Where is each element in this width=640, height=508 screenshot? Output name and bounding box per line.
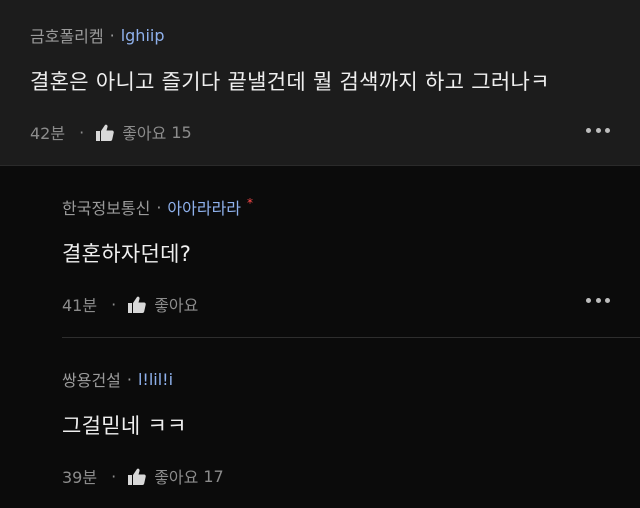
like-button[interactable]: 좋아요	[128, 292, 198, 316]
comment-footer: 39분 · 좋아요 17	[62, 464, 640, 488]
author-nickname[interactable]: lghiip	[121, 26, 165, 45]
separator-dot: ·	[126, 369, 132, 389]
comment-text: 그걸믿네 ㅋㅋ	[62, 414, 187, 438]
more-dot	[605, 127, 610, 133]
more-dot	[595, 127, 601, 133]
comment-time: 41분	[62, 296, 98, 315]
more-dot	[586, 127, 591, 133]
more-dot	[586, 297, 591, 303]
comment-time: 39분	[62, 468, 98, 487]
more-options-button[interactable]	[586, 296, 610, 304]
separator-dot: ·	[156, 197, 162, 217]
more-dot	[605, 297, 610, 303]
author-company[interactable]: 쌍용건설	[62, 367, 121, 391]
comment-footer: 42분 · 좋아요 15	[30, 120, 640, 144]
like-label: 좋아요	[122, 124, 167, 143]
separator-dot: ·	[109, 25, 115, 45]
comment-text: 결혼은 아니고 즐기다 끝낼건데 뭘 검색까지 하고 그러나ㅋ	[30, 70, 550, 94]
author-nickname[interactable]: l!lil!i	[138, 370, 173, 389]
thumbs-up-icon	[96, 124, 114, 141]
author-company[interactable]: 한국정보통신	[62, 195, 150, 219]
comment-text: 결혼하자던데?	[62, 242, 192, 266]
thumbs-up-icon	[128, 296, 146, 313]
comment-meta: 한국정보통신 · 아아라라라 *	[62, 196, 640, 218]
comment-time: 42분	[30, 124, 66, 143]
thumbs-up-icon	[128, 468, 146, 485]
like-button[interactable]: 좋아요 17	[128, 464, 224, 488]
separator-dot: ·	[111, 466, 117, 486]
separator-dot: ·	[111, 294, 117, 314]
reply-item: 한국정보통신 · 아아라라라 * 결혼하자던데? 41분 · 좋아요	[0, 166, 640, 337]
more-options-button[interactable]	[586, 126, 610, 134]
like-button[interactable]: 좋아요 15	[96, 120, 192, 144]
comment-meta: 쌍용건설 · l!lil!i	[62, 367, 640, 391]
reply-item: 쌍용건설 · l!lil!i 그걸믿네 ㅋㅋ 39분 · 좋아요 17	[62, 337, 640, 508]
author-nickname[interactable]: 아아라라라	[167, 195, 241, 219]
comment-footer: 41분 · 좋아요	[62, 292, 640, 316]
like-label: 좋아요	[154, 468, 199, 487]
comment-item: 금호폴리켐 · lghiip 결혼은 아니고 즐기다 끝낼건데 뭘 검색까지 하…	[0, 0, 640, 166]
author-mark: *	[247, 196, 254, 210]
comment-meta: 금호폴리켐 · lghiip	[30, 23, 640, 47]
like-count: 15	[171, 122, 192, 142]
like-label: 좋아요	[154, 296, 199, 315]
more-dot	[595, 297, 601, 303]
author-company[interactable]: 금호폴리켐	[30, 23, 104, 47]
like-count: 17	[203, 466, 224, 486]
separator-dot: ·	[79, 122, 85, 142]
